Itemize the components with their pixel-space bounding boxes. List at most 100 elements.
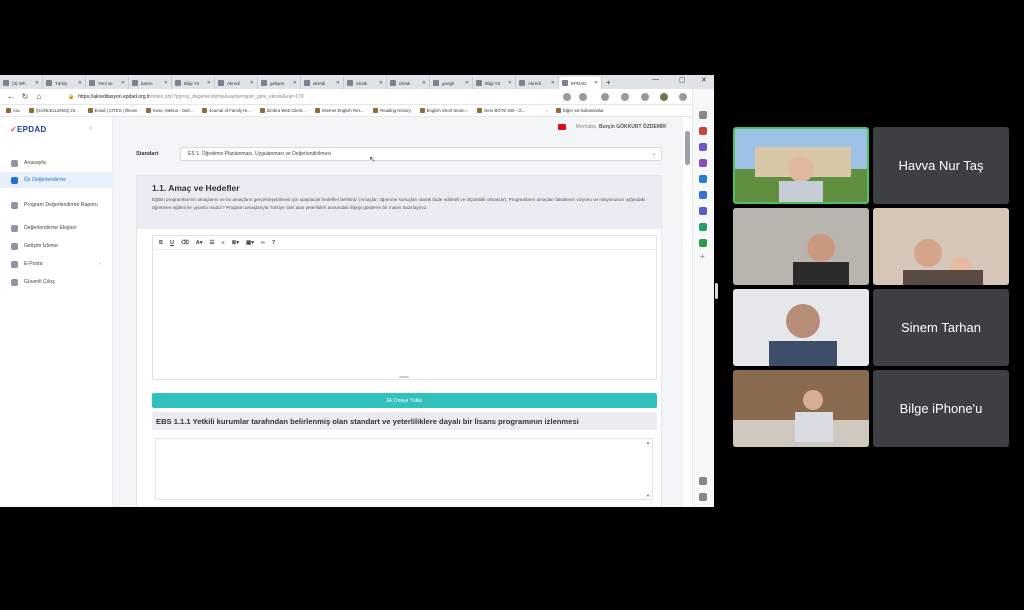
- close-icon[interactable]: ✕: [207, 80, 211, 86]
- scroll-up-icon[interactable]: ▲: [646, 440, 650, 445]
- video-tile-active-speaker[interactable]: [733, 127, 869, 204]
- bold-icon[interactable]: B: [159, 240, 163, 246]
- bookmark-item[interactable]: Kose, Melina - Outl...: [146, 108, 193, 113]
- scrollbar-thumb[interactable]: [685, 131, 690, 165]
- star-icon[interactable]: [621, 93, 629, 101]
- close-icon[interactable]: ✕: [508, 80, 512, 86]
- chevron-right-icon[interactable]: ›: [546, 108, 547, 113]
- bookmark-item[interactable]: (GÜNCELLENDİ) 20...: [28, 108, 79, 113]
- browser-tab[interactable]: Bilgi Yö ✕: [473, 77, 516, 89]
- video-tile[interactable]: [733, 289, 869, 366]
- close-icon[interactable]: ✕: [78, 80, 82, 86]
- bookmark-item[interactable]: Journal of Family Hi...: [202, 108, 251, 113]
- sidebar-item-guvenli-cikis[interactable]: Güvenli Çıkış: [0, 274, 113, 290]
- refresh-icon[interactable]: ↻: [18, 92, 32, 101]
- bookmark-item[interactable]: Internet English Res...: [314, 108, 364, 113]
- bookmark-item[interactable]: English Short Storie...: [419, 108, 468, 113]
- scroll-down-icon[interactable]: ▼: [646, 493, 650, 498]
- tools-icon[interactable]: [699, 143, 707, 151]
- office-icon[interactable]: [699, 175, 707, 183]
- sidebar-item-program-degerlendirme-raporu[interactable]: Program Değerlendirme Raporu: [0, 194, 113, 216]
- drop-icon[interactable]: [699, 223, 707, 231]
- close-icon[interactable]: ✕: [594, 80, 598, 86]
- video-tile-name-only[interactable]: Havva Nur Taş: [873, 127, 1009, 204]
- browser-tab[interactable]: Bilgi Yö ✕: [172, 77, 215, 89]
- close-icon[interactable]: ✕: [465, 80, 469, 86]
- upload-attachment-button[interactable]: Ek Dosya Yükle: [152, 393, 657, 408]
- clear-format-icon[interactable]: ⌫: [181, 240, 189, 246]
- video-tile[interactable]: [873, 208, 1009, 285]
- link-icon[interactable]: ∞: [261, 240, 265, 246]
- sidebar-toggle-icon[interactable]: [699, 477, 707, 485]
- other-bookmarks[interactable]: Diğer sık kullanılanlar: [555, 108, 604, 113]
- bookmark-item[interactable]: Email | CITES | Illinois: [87, 108, 137, 113]
- browser-tab[interactable]: cikitdı ✕: [387, 77, 430, 89]
- new-tab-icon[interactable]: +: [606, 78, 611, 87]
- games-icon[interactable]: [699, 159, 707, 167]
- favorites-icon[interactable]: [601, 93, 609, 101]
- video-tile[interactable]: [733, 208, 869, 285]
- sidebar-item-oz-degerlendirme[interactable]: Öz Değerlendirme: [0, 172, 113, 188]
- user-greeting[interactable]: Merhaba, Burçin GÖKKURT ÖZDEMİR: [557, 124, 666, 130]
- close-icon[interactable]: ✕: [164, 80, 168, 86]
- read-aloud-icon[interactable]: [563, 93, 571, 101]
- outlook-icon[interactable]: [699, 191, 707, 199]
- close-icon[interactable]: ✕: [121, 80, 125, 86]
- resize-handle[interactable]: [399, 376, 409, 378]
- browser-tab[interactable]: Akredi ✕: [215, 77, 258, 89]
- underline-icon[interactable]: U: [170, 240, 174, 246]
- browser-tab[interactable]: Akredi ✕: [516, 77, 559, 89]
- close-icon[interactable]: ✕: [422, 80, 426, 86]
- browser-tab[interactable]: akredi ✕: [301, 77, 344, 89]
- help-icon[interactable]: ?: [272, 240, 275, 246]
- standart-select[interactable]: ES 1. Öğretimin Planlanması, Uygulanması…: [180, 147, 662, 161]
- browser-tab-active[interactable]: EPDAD ✕: [559, 77, 602, 89]
- window-close-icon[interactable]: ✕: [701, 76, 707, 84]
- browser-tab[interactable]: Yeni se ✕: [86, 77, 129, 89]
- profile-avatar-icon[interactable]: [660, 93, 668, 101]
- settings-icon[interactable]: [699, 493, 707, 501]
- search-icon[interactable]: [699, 111, 707, 119]
- browser-tab[interactable]: Türkiy ✕: [43, 77, 86, 89]
- shopping-icon[interactable]: [699, 127, 707, 135]
- video-tile-name-only[interactable]: Bilge iPhone'u: [873, 370, 1009, 447]
- sidebar-item-e-posta[interactable]: E-Posta ›: [0, 256, 113, 272]
- more-icon[interactable]: [679, 93, 687, 101]
- font-color-icon[interactable]: A▾: [196, 240, 203, 246]
- bookmark-item[interactable]: Ders BÖTE 205 - Ö...: [477, 108, 525, 113]
- maximize-icon[interactable]: ▢: [679, 76, 686, 84]
- video-tile-name-only[interactable]: Sinem Tarhan: [873, 289, 1009, 366]
- browser-tab[interactable]: bartın ✕: [129, 77, 172, 89]
- add-icon[interactable]: +: [700, 252, 705, 261]
- minimize-icon[interactable]: —: [652, 76, 659, 83]
- home-icon[interactable]: ⌂: [32, 92, 46, 101]
- bookmark-item[interactable]: Zimbra Web Client...: [259, 108, 306, 113]
- video-tile[interactable]: [733, 370, 869, 447]
- close-icon[interactable]: ✕: [336, 80, 340, 86]
- tree-icon[interactable]: [699, 239, 707, 247]
- sidebar-item-degerlendirme-ekipleri[interactable]: Değerlendirme Ekipleri: [0, 220, 113, 236]
- logo[interactable]: ✓EPDAD: [10, 125, 47, 134]
- ebs-textarea[interactable]: ▲ ▼: [155, 438, 653, 500]
- teams-icon[interactable]: [699, 207, 707, 215]
- browser-tab[interactable]: cikitdı ✕: [344, 77, 387, 89]
- unordered-list-icon[interactable]: ☰: [209, 240, 214, 246]
- close-icon[interactable]: ✕: [250, 80, 254, 86]
- url-field[interactable]: 🔒 https://akreditasyon.epdad.org.tr /ind…: [68, 92, 548, 102]
- bookmark-item[interactable]: Reading History: [373, 108, 411, 113]
- browser-tab[interactable]: (3) Wh ✕: [0, 77, 43, 89]
- browser-tab[interactable]: gelişen ✕: [258, 77, 301, 89]
- close-icon[interactable]: ✕: [35, 80, 39, 86]
- panel-resize-handle[interactable]: [715, 283, 718, 299]
- back-icon[interactable]: ←: [4, 92, 18, 101]
- browser-tab[interactable]: googlı ✕: [430, 77, 473, 89]
- page-scrollbar[interactable]: [683, 117, 692, 507]
- close-icon[interactable]: ✕: [551, 80, 555, 86]
- sidebar-item-gelisim-izleme[interactable]: Gelişim İzleme: [0, 238, 113, 254]
- collections-icon[interactable]: [641, 93, 649, 101]
- table-icon[interactable]: ▦▾: [246, 240, 254, 246]
- sidebar-item-anasayfa[interactable]: Anasayfa: [0, 155, 113, 171]
- bookmark-item[interactable]: Ara: [6, 108, 20, 113]
- align-icon[interactable]: ≣▾: [232, 240, 239, 246]
- ordered-list-icon[interactable]: ≡: [221, 240, 224, 246]
